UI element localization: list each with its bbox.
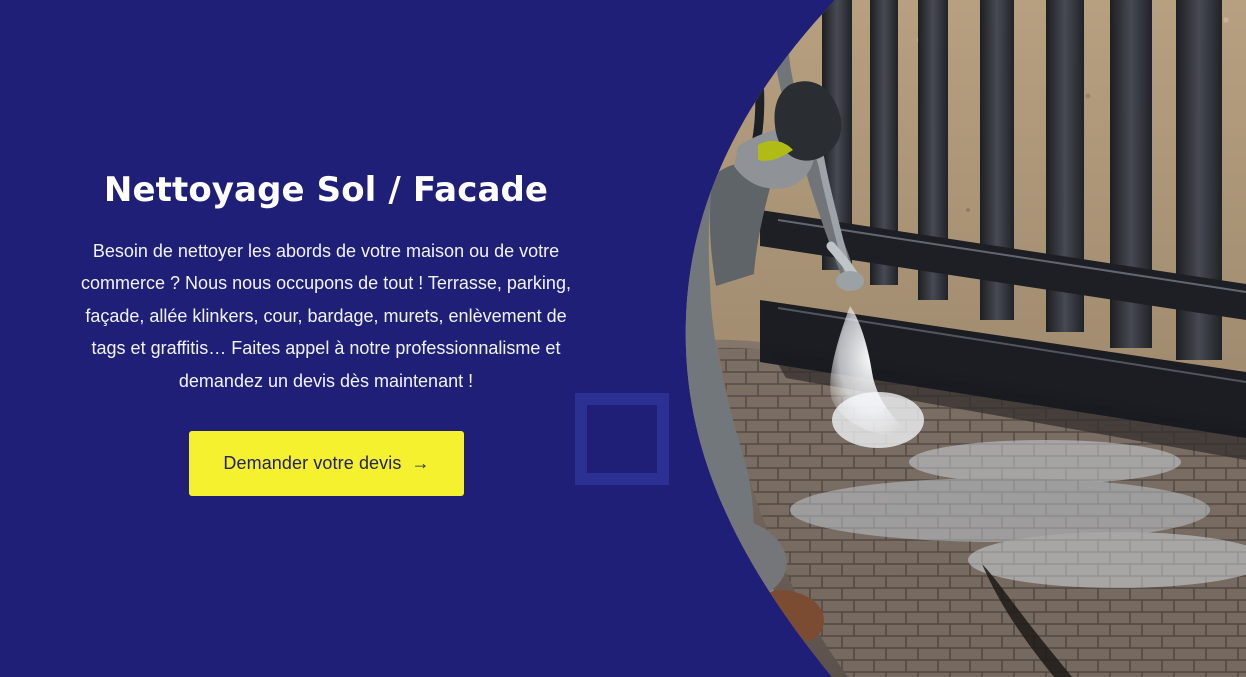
decorative-square-outline xyxy=(575,393,669,485)
hero-description: Besoin de nettoyer les abords de votre m… xyxy=(81,240,571,391)
page-title: Nettoyage Sol / Facade xyxy=(103,170,549,210)
arrow-right-icon: → xyxy=(411,452,430,473)
quote-request-button[interactable]: Demander votre devis → xyxy=(189,431,464,496)
quote-request-label: Demander votre devis xyxy=(223,453,402,473)
hero-content: Nettoyage Sol / Facade Besoin de nettoye… xyxy=(56,170,596,397)
hero-section: Nettoyage Sol / Facade Besoin de nettoye… xyxy=(0,0,1246,677)
